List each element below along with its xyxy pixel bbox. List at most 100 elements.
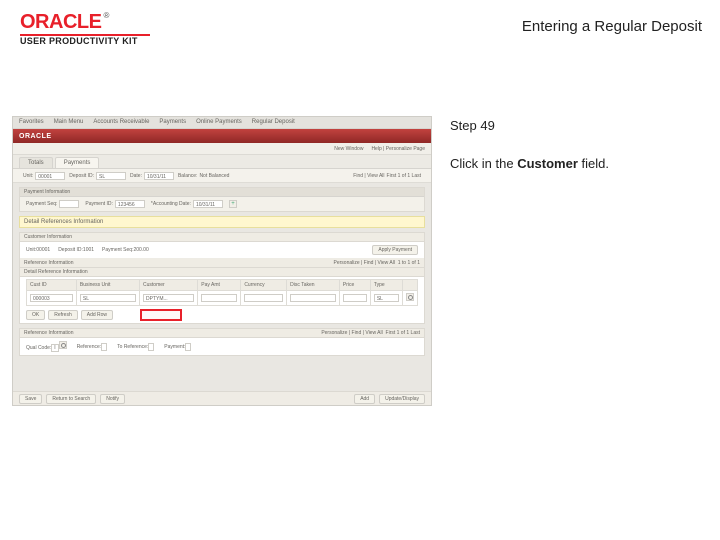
page-tabs: Totals Payments [13,155,431,169]
grid-range: 1 to 1 of 1 [398,260,420,266]
deposit-id-label: Deposit ID: [69,173,94,179]
apply-payment-button[interactable]: Apply Payment [372,245,418,255]
crumb[interactable]: Payments [159,119,186,126]
tab-payments[interactable]: Payments [55,157,100,168]
deposit-id-value: SL [96,172,126,180]
customer-info-panel: Customer Information Unit:00001 Deposit … [19,232,425,324]
mid-unit-value: 00001 [36,247,50,253]
payment-info-section: Payment Information Payment Seq: Payment… [19,187,425,212]
notify-button[interactable]: Notify [100,394,125,404]
customer-grid-row: 000003 SL DPTYM... SL [27,291,418,306]
cell-customer[interactable]: DPTYM... [143,294,194,302]
lookup-icon[interactable] [59,341,67,349]
ok-button[interactable]: OK [26,310,45,320]
product-line: USER PRODUCTIVITY KIT [20,37,150,46]
payseq-label: Payment Seq: [26,201,57,207]
lookup-icon[interactable] [406,293,414,301]
add-row-icon[interactable]: + [229,200,237,208]
return-search-button[interactable]: Return to Search [46,394,96,404]
col-bu: Business Unit [76,280,139,291]
instruction-panel: Step 49 Click in the Customer field. [450,116,700,406]
customer-grid-header-row: Cust ID Business Unit Customer Pay Amt C… [27,280,418,291]
payment-input[interactable] [185,343,191,351]
date-value: 10/31/11 [144,172,174,180]
instruction-bold: Customer [517,156,578,171]
cust-info-header: Customer Information [24,234,72,240]
help-personalize-link[interactable]: Help | Personalize Page [371,146,425,152]
tab-totals[interactable]: Totals [19,157,53,168]
mid-deposit-value: 1001 [83,247,94,253]
reference-info-panel: Reference Information Personalize | Find… [19,328,425,356]
cell-type[interactable]: SL [374,294,399,302]
document-title: Entering a Regular Deposit [522,18,702,35]
deposit-summary-row: Unit:00001 Deposit ID:SL Date:10/31/11 B… [13,169,431,183]
col-pay-amt: Pay Amt [198,280,241,291]
qual-code-label: Qual Code: [26,345,51,351]
payment-label: Payment: [164,344,185,350]
app-brand: ORACLE [19,133,52,140]
oracle-wordmark: ORACLE [20,12,101,32]
balance-label: Balance: [178,173,197,179]
date-label: Date: [130,173,142,179]
col-customer: Customer [140,280,198,291]
payid-input[interactable]: 123456 [115,200,145,208]
acct-date-input[interactable]: 10/31/11 [193,200,223,208]
crumb[interactable]: Regular Deposit [252,119,295,126]
payseq-input[interactable] [59,200,79,208]
crumb[interactable]: Online Payments [196,119,242,126]
oracle-logo-block: ORACLE® USER PRODUCTIVITY KIT [20,12,150,46]
crumb[interactable]: Main Menu [54,119,84,126]
mid-payseq-label: Payment Seq: [102,247,133,253]
ref-info-header: Reference Information [24,330,73,336]
customer-grid: Cust ID Business Unit Customer Pay Amt C… [26,279,418,306]
col-type: Type [370,280,402,291]
new-window-link[interactable]: New Window [334,146,363,152]
detail-ref-header: Detail Reference Information [24,269,88,275]
grid-toolbar-links[interactable]: Personalize | Find | View All [334,260,395,266]
mid-payseq-value: 200.00 [133,247,148,253]
cell-bu[interactable]: SL [80,294,136,302]
cell-price[interactable] [343,294,367,302]
detail-ref-banner: Detail References Information [19,216,425,228]
payid-label: Payment ID: [85,201,113,207]
cell-currency[interactable] [244,294,283,302]
registered-mark: ® [103,11,109,20]
col-currency: Currency [241,280,287,291]
ref-info-label: Reference Information [24,260,73,266]
ref-range: First 1 of 1 Last [386,330,420,336]
col-disc: Disc Taken [287,280,340,291]
app-screenshot: Favorites Main Menu Accounts Receivable … [12,116,432,406]
step-label: Step 49 [450,116,700,136]
cell-pay-amt[interactable] [201,294,237,302]
col-price: Price [339,280,370,291]
add-button[interactable]: Add [354,394,375,404]
reference-input[interactable] [101,343,107,351]
instruction-line: Click in the Customer field. [450,154,700,174]
to-reference-label: To Reference: [117,344,148,350]
qual-code-input[interactable]: I [51,344,58,352]
balance-value: Not Balanced [199,173,229,179]
global-header: ORACLE [13,129,431,143]
cell-cust-id[interactable]: 000003 [30,294,73,302]
ref-toolbar-links[interactable]: Personalize | Find | View All [321,330,382,336]
payment-info-header: Payment Information [20,188,424,197]
crumb[interactable]: Accounts Receivable [93,119,149,126]
page-header: ORACLE® USER PRODUCTIVITY KIT Entering a… [0,0,720,52]
unit-value: 00001 [35,172,65,180]
to-reference-input[interactable] [148,343,154,351]
mid-unit-label: Unit: [26,247,36,253]
breadcrumb-bar: Favorites Main Menu Accounts Receivable … [13,117,431,129]
instruction-suffix: field. [578,156,609,171]
refresh-button[interactable]: Refresh [48,310,78,320]
content-row: Favorites Main Menu Accounts Receivable … [12,116,708,406]
add-row-button[interactable]: Add Row [81,310,113,320]
cell-disc[interactable] [290,294,336,302]
reference-label: Reference: [77,344,101,350]
find-viewall-link[interactable]: Find | View All [353,173,384,179]
crumb[interactable]: Favorites [19,119,44,126]
instruction-prefix: Click in the [450,156,517,171]
mid-deposit-label: Deposit ID: [58,247,83,253]
save-button[interactable]: Save [19,394,42,404]
update-display-button[interactable]: Update/Display [379,394,425,404]
record-range: First 1 of 1 Last [387,173,421,179]
